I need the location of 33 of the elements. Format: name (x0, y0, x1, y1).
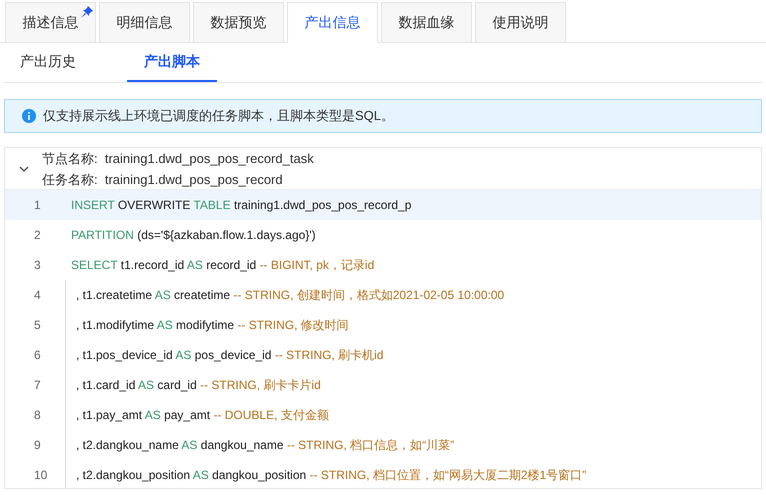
code-text: SELECT t1.record_id AS record_id -- BIGINT, pk，记录id (71, 257, 374, 274)
tab[interactable]: 使用说明 (475, 2, 566, 43)
node-name: 节点名称: training1.dwd_pos_pos_record_task (42, 150, 314, 168)
tab[interactable]: 数据预览 (193, 2, 284, 43)
line-number: 8 (33, 407, 42, 424)
code-text: , t1.modifytime AS modifytime -- STRING, 修改时间 (76, 317, 349, 334)
code-text: INSERT OVERWRITE TABLE training1.dwd_pos_pos_record_p (71, 197, 412, 214)
line-number: 7 (33, 377, 42, 394)
line-number: 9 (33, 437, 42, 454)
tab[interactable]: 数据血缘 (381, 2, 472, 43)
tab[interactable]: 描述信息 (5, 2, 96, 43)
line-number: 4 (33, 287, 42, 304)
tab[interactable]: 明细信息 (99, 2, 190, 43)
code-text: , t1.card_id AS card_id -- STRING, 刷卡卡片id (76, 377, 321, 394)
sub-tab[interactable]: 产出历史 (4, 43, 127, 82)
info-icon (22, 109, 36, 123)
task-name: 任务名称: training1.dwd_pos_pos_record (42, 170, 284, 189)
code-text: PARTITION (ds='${azkaban.flow.1.days.ago}') (71, 227, 316, 244)
line-number: 1 (33, 197, 42, 214)
code-text: , t1.pay_amt AS pay_amt -- DOUBLE, 支付金额 (76, 407, 329, 424)
line-number: 6 (33, 347, 42, 364)
tab[interactable]: 产出信息 (287, 2, 378, 43)
line-number: 2 (33, 227, 42, 244)
code-text: , t1.pos_device_id AS pos_device_id -- STRING, 刷卡机id (76, 347, 384, 364)
chevron-icon (18, 164, 28, 174)
code-text: , t1.createtime AS createtime -- STRING, 创建时间，格式如2021-02-05 10:00:00 (76, 287, 504, 304)
line-number: 10 (33, 467, 48, 484)
line-number: 5 (33, 317, 42, 334)
line-number: 3 (33, 257, 42, 274)
notice-text: 仅支持展示线上环境已调度的任务脚本，且脚本类型是SQL。 (43, 107, 394, 126)
code-text: , t2.dangkou_name AS dangkou_name -- STRING, 档口信息，如“川菜” (76, 437, 454, 454)
code-text: , t2.dangkou_position AS dangkou_position -- STRING, 档口位置，如“网易大厦二期2楼1号窗口” (76, 467, 586, 484)
sub-tab[interactable]: 产出脚本 (127, 43, 217, 82)
